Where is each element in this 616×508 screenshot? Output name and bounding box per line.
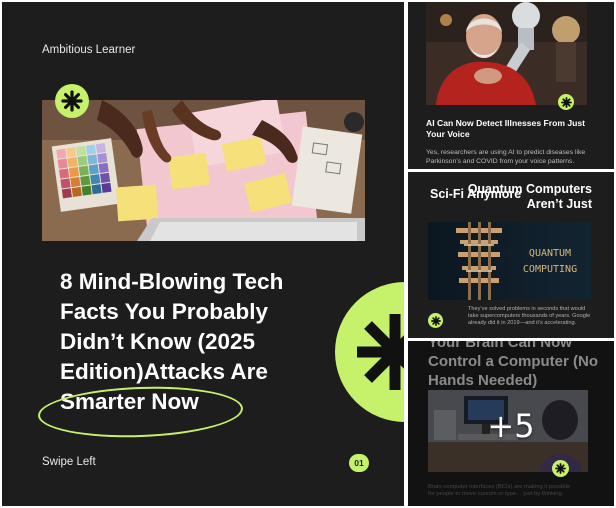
asterisk-icon xyxy=(558,94,574,110)
gallery-thumbnail-2[interactable]: Quantum Computers Aren’t Just Sci-Fi Any… xyxy=(408,172,614,338)
gallery-main-image[interactable]: Ambitious Learner 8 Mind-Blowing Tech Fa… xyxy=(2,2,404,506)
card-body: They’ve solved problems in seconds that … xyxy=(468,306,591,327)
card-body: Yes, researchers are using AI to predict… xyxy=(426,149,586,165)
elderly-man-robot-photo xyxy=(426,2,587,105)
image-text: COMPUTING xyxy=(523,264,577,275)
page-number-badge: 01 xyxy=(349,454,369,472)
gallery-thumbnail-1[interactable]: AI Can Now Detect Illnesses From Just Yo… xyxy=(408,2,614,169)
asterisk-icon xyxy=(428,313,443,328)
asterisk-icon xyxy=(335,282,404,422)
asterisk-icon xyxy=(55,84,89,118)
asterisk-icon xyxy=(552,460,569,477)
main-photo xyxy=(42,100,365,241)
brand-name: Ambitious Learner xyxy=(42,44,136,56)
headline-line: Facts You Probably xyxy=(60,299,268,324)
headline-line: Edition)Attacks Are xyxy=(60,359,268,384)
card-title: AI Can Now Detect Illnesses From Just Yo… xyxy=(426,118,586,139)
quantum-computer-photo: QUANTUM COMPUTING xyxy=(428,222,591,300)
headline-line: 8 Mind-Blowing Tech xyxy=(60,269,284,294)
swipe-hint: Swipe Left xyxy=(42,456,96,468)
headline-line: Didn’t Know (2025 xyxy=(60,329,256,354)
image-gallery: Ambitious Learner 8 Mind-Blowing Tech Fa… xyxy=(0,0,616,508)
card-subheading: Sci-Fi Anymore xyxy=(430,187,522,201)
image-text: QUANTUM xyxy=(529,248,571,259)
more-images-count[interactable]: +5 xyxy=(408,407,614,445)
gallery-thumbnail-3[interactable]: Your Brain Can Now Control a Computer (N… xyxy=(408,341,614,506)
